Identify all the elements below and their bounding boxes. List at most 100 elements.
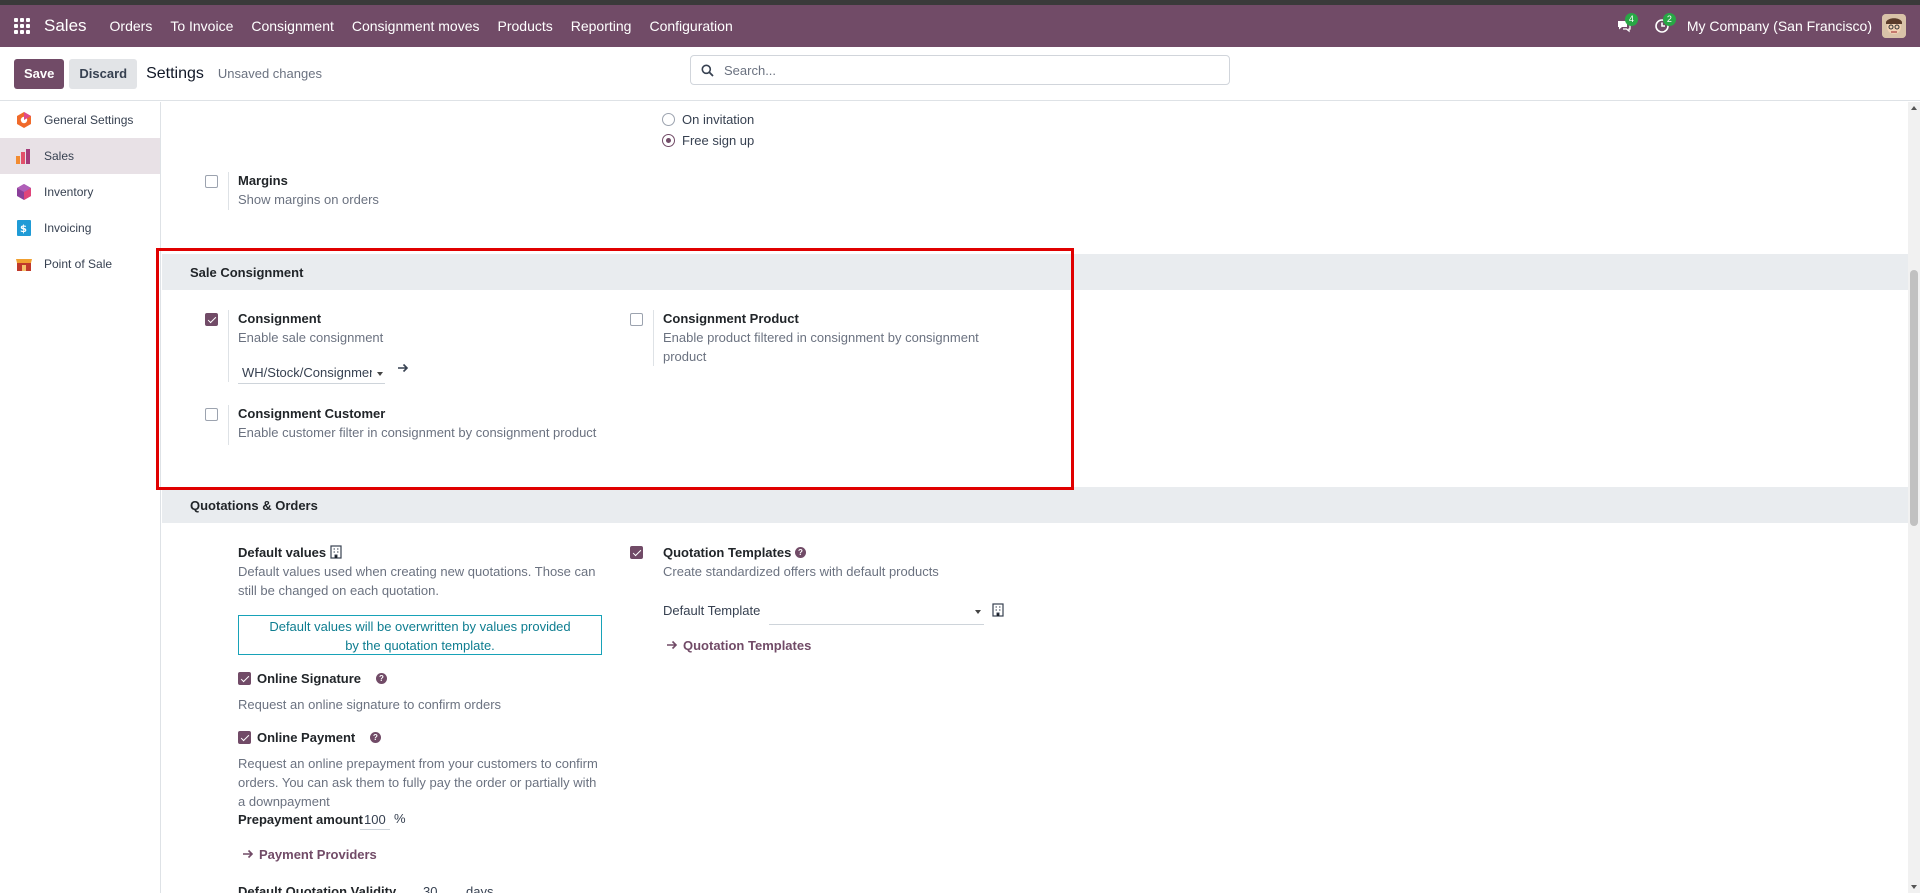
- general-settings-icon: [15, 111, 33, 129]
- consignment-divider: [228, 310, 229, 382]
- search-icon: [701, 64, 714, 77]
- user-face-icon: [1882, 14, 1906, 38]
- location-field-underline: [238, 383, 385, 384]
- user-avatar[interactable]: [1882, 14, 1906, 38]
- online-payment-checkbox[interactable]: [238, 731, 251, 744]
- help-icon[interactable]: ?: [795, 547, 806, 558]
- arrow-right-icon: [666, 639, 678, 654]
- consignment-checkbox[interactable]: [205, 313, 218, 326]
- section-title: Quotations & Orders: [190, 497, 318, 513]
- activities-badge: 2: [1662, 13, 1676, 26]
- quotation-validity-label: Default Quotation Validity: [238, 884, 397, 893]
- default-values-info-box: Default values will be overwritten by va…: [238, 615, 602, 655]
- online-payment-desc-line1: Request an online prepayment from your c…: [238, 756, 598, 771]
- point-of-sale-icon: [15, 255, 33, 273]
- company-building-icon: [992, 603, 1004, 620]
- consignment-product-desc-line1: Enable product filtered in consignment b…: [663, 330, 979, 345]
- content-scrollbar[interactable]: [1908, 102, 1920, 893]
- consignment-customer-checkbox[interactable]: [205, 408, 218, 421]
- online-signature-label: Online Signature: [257, 671, 362, 686]
- prepayment-unit: %: [394, 811, 406, 826]
- main-navbar: Sales Orders To Invoice Consignment Cons…: [0, 5, 1920, 47]
- scrollbar-thumb[interactable]: [1910, 270, 1918, 526]
- signup-free-label: Free sign up: [682, 133, 755, 148]
- section-quotations-orders: Quotations & Orders: [162, 487, 1908, 523]
- page-title: Settings: [146, 64, 204, 82]
- sidebar-item-invoicing[interactable]: $ Invoicing: [0, 210, 160, 246]
- consignment-customer-desc: Enable customer filter in consignment by…: [238, 425, 597, 440]
- consignment-desc: Enable sale consignment: [238, 330, 384, 345]
- invoicing-icon: $: [15, 219, 33, 237]
- section-sale-consignment: Sale Consignment: [162, 254, 1908, 290]
- settings-sidebar: General Settings Sales Inventory $ Invoi…: [0, 102, 161, 893]
- company-switcher[interactable]: My Company (San Francisco): [1681, 18, 1882, 34]
- settings-content: On invitation Free sign up Margins Show …: [162, 102, 1908, 893]
- activities-button[interactable]: 2: [1643, 5, 1681, 47]
- signup-on-invitation-radio[interactable]: [662, 113, 675, 126]
- consignment-customer-divider: [228, 405, 229, 445]
- section-title: Sale Consignment: [190, 264, 304, 280]
- sidebar-item-inventory[interactable]: Inventory: [0, 174, 160, 210]
- apps-menu-icon[interactable]: [0, 5, 44, 47]
- sidebar-item-point-of-sale[interactable]: Point of Sale: [0, 246, 160, 282]
- inventory-icon: [15, 183, 33, 201]
- quotation-validity-input[interactable]: 30: [423, 884, 437, 893]
- default-values-desc-line1: Default values used when creating new qu…: [238, 564, 596, 579]
- quotation-templates-desc: Create standardized offers with default …: [663, 564, 939, 579]
- sidebar-item-general-settings[interactable]: General Settings: [0, 102, 160, 138]
- online-payment-label: Online Payment: [257, 730, 356, 745]
- search-input[interactable]: [724, 62, 1204, 78]
- online-signature-checkbox[interactable]: [238, 672, 251, 685]
- menu-reporting[interactable]: Reporting: [562, 5, 641, 47]
- arrow-right-icon: [242, 848, 254, 863]
- menu-to-invoice[interactable]: To Invoice: [161, 5, 242, 47]
- help-icon[interactable]: ?: [370, 732, 381, 743]
- consignment-product-checkbox[interactable]: [630, 313, 643, 326]
- sidebar-item-label: Inventory: [44, 185, 94, 199]
- chevron-down-icon[interactable]: [377, 372, 383, 376]
- menu-consignment[interactable]: Consignment: [242, 5, 343, 47]
- arrow-right-icon: [398, 363, 409, 373]
- quotation-templates-checkbox[interactable]: [630, 546, 643, 559]
- consignment-product-desc-line2: product: [663, 349, 707, 364]
- quotation-templates-label: Quotation Templates: [663, 545, 792, 560]
- margins-label: Margins: [238, 173, 288, 188]
- messaging-button[interactable]: 4: [1605, 5, 1643, 47]
- consignment-label: Consignment: [238, 311, 322, 326]
- consignment-customer-label: Consignment Customer: [238, 406, 386, 421]
- company-building-icon: [330, 545, 342, 562]
- save-button[interactable]: Save: [14, 58, 65, 89]
- payment-providers-link[interactable]: Payment Providers: [259, 847, 377, 862]
- quotation-templates-link[interactable]: Quotation Templates: [683, 638, 811, 653]
- app-brand[interactable]: Sales: [44, 16, 87, 36]
- scroll-down-arrow-icon[interactable]: [1911, 885, 1917, 889]
- quotation-validity-unit: days: [466, 884, 494, 893]
- default-template-select[interactable]: [769, 624, 984, 625]
- signup-free-radio[interactable]: [662, 134, 675, 147]
- scroll-up-arrow-icon[interactable]: [1911, 106, 1917, 110]
- prepayment-amount-input[interactable]: 100: [364, 812, 386, 827]
- chevron-down-icon[interactable]: [975, 610, 981, 614]
- online-payment-desc-line3: a downpayment: [238, 794, 330, 809]
- signup-on-invitation-label: On invitation: [682, 112, 755, 127]
- margins-checkbox[interactable]: [205, 175, 218, 188]
- sidebar-item-label: General Settings: [44, 113, 134, 127]
- discard-button[interactable]: Discard: [69, 58, 138, 89]
- info-line2: by the quotation template.: [345, 638, 495, 653]
- default-values-label: Default values: [238, 545, 327, 560]
- consignment-location-select[interactable]: WH/Stock/Consignmen: [242, 365, 372, 380]
- location-open-arrow[interactable]: [397, 362, 409, 377]
- sidebar-item-sales[interactable]: Sales: [0, 138, 160, 174]
- settings-search: [690, 55, 1230, 85]
- margins-divider: [228, 172, 229, 210]
- sidebar-item-label: Sales: [44, 149, 75, 163]
- unsaved-status: Unsaved changes: [217, 66, 322, 81]
- menu-orders[interactable]: Orders: [101, 5, 162, 47]
- menu-consignment-moves[interactable]: Consignment moves: [343, 5, 489, 47]
- default-values-desc-line2: still be changed on each quotation.: [238, 583, 439, 598]
- control-panel: Save Discard Settings Unsaved changes: [0, 47, 1920, 101]
- menu-configuration[interactable]: Configuration: [640, 5, 741, 47]
- help-icon[interactable]: ?: [376, 673, 387, 684]
- menu-products[interactable]: Products: [489, 5, 562, 47]
- sidebar-item-label: Point of Sale: [44, 257, 113, 271]
